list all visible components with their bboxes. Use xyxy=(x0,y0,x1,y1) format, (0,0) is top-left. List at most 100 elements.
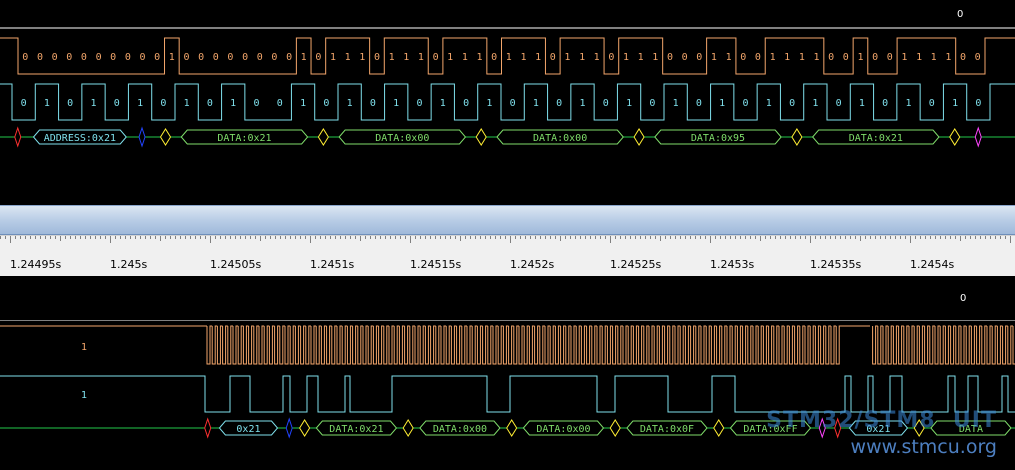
top-sda-waveform: 0000000000100000000101110111011101110111… xyxy=(0,27,1015,75)
bottom-ack-marker[interactable] xyxy=(506,419,518,437)
top-scl-bit-label: 1 xyxy=(393,98,399,109)
bottom-frame-label: DATA:0x21 xyxy=(329,424,383,435)
top-sda-bit-label: 1 xyxy=(535,52,541,63)
top-sda-bit-label: 1 xyxy=(770,52,776,63)
top-scl-bit-label: 1 xyxy=(300,98,306,109)
ruler-tick-label: 1.24535s xyxy=(810,258,862,271)
top-start-marker[interactable] xyxy=(14,126,22,148)
top-sda-bit-label: 0 xyxy=(139,52,145,63)
top-scl-channel[interactable]: 0 1 0 1 0 1 0 1 0 1 0 0 1 0 1 0 1 0 1 0 1 0 1 0 1 0 1 0 1 0 1 0 1 0 1 0 1 0 1 0… xyxy=(0,80,1015,125)
top-scl-bit-label: 1 xyxy=(673,98,679,109)
top-scl-bit-label: 0 xyxy=(929,98,935,109)
pane-splitter[interactable] xyxy=(0,205,1015,235)
top-frame-label: DATA:0x21 xyxy=(217,133,271,144)
top-sda-bit-label: 0 xyxy=(66,52,72,63)
ruler-tick-label: 1.24495s xyxy=(10,258,62,271)
top-sda-bit-label: 1 xyxy=(579,52,585,63)
top-sda-channel[interactable]: 0000000000100000000101110111011101110111… xyxy=(0,26,1015,80)
top-sda-bit-label: 1 xyxy=(711,52,717,63)
top-scl-bit-label: 0 xyxy=(603,98,609,109)
top-scl-bit-label: 0 xyxy=(253,98,259,109)
bottom-ack-marker[interactable] xyxy=(402,419,414,437)
top-frame-label: DATA:0x21 xyxy=(849,133,903,144)
top-scl-bit-label: 0 xyxy=(742,98,748,109)
ruler-tick-label: 1.2451s xyxy=(310,258,355,271)
top-sda-bit-label: 0 xyxy=(872,52,878,63)
ruler-tick-label: 1.245s xyxy=(110,258,148,271)
top-scl-bit-label: 1 xyxy=(859,98,865,109)
top-scl-bit-label: 1 xyxy=(905,98,911,109)
top-sda-bit-label: 0 xyxy=(667,52,673,63)
top-ack-marker[interactable] xyxy=(949,128,961,146)
top-sda-bit-label: 1 xyxy=(462,52,468,63)
top-sda-bit-label: 1 xyxy=(726,52,732,63)
top-sda-bit-label: 0 xyxy=(37,52,43,63)
ruler-tick-label: 1.24515s xyxy=(410,258,462,271)
top-scl-bit-label: 1 xyxy=(486,98,492,109)
top-waveform-pane[interactable]: 0 00000000001000000001011101110111011101… xyxy=(0,0,1015,205)
top-sda-bit-label: 1 xyxy=(623,52,629,63)
top-sda-bit-label: 1 xyxy=(506,52,512,63)
top-sda-bit-label: 1 xyxy=(784,52,790,63)
top-sda-bit-label: 0 xyxy=(828,52,834,63)
top-scl-bit-label: 1 xyxy=(347,98,353,109)
top-ack-marker[interactable] xyxy=(791,128,803,146)
top-sda-bit-label: 0 xyxy=(887,52,893,63)
time-ruler[interactable]: 1.24495s 1.245s 1.24505s 1.2451s 1.24515s 1.2… xyxy=(0,235,1015,276)
top-decoder-channel[interactable]: ADDRESS:0x21 DATA:0x21 DATA:0x00 DATA:0x00 D… xyxy=(0,125,1015,151)
top-sda-bit-label: 0 xyxy=(740,52,746,63)
top-sda-bit-label: 0 xyxy=(491,52,497,63)
top-scl-bit-label: 1 xyxy=(90,98,96,109)
top-ack-marker[interactable] xyxy=(475,128,487,146)
top-scl-bit-label: 0 xyxy=(370,98,376,109)
top-scl-bit-label: 1 xyxy=(626,98,632,109)
top-frame-label: DATA:0x95 xyxy=(691,133,745,144)
top-sda-bit-label: 1 xyxy=(945,52,951,63)
top-sda-bit-label: 1 xyxy=(564,52,570,63)
top-ack-marker[interactable] xyxy=(159,128,172,146)
top-scl-bit-label: 0 xyxy=(882,98,888,109)
bottom-rw-marker[interactable] xyxy=(285,417,293,439)
bottom-scl-trace xyxy=(0,375,1015,413)
top-scl-bit-label: 0 xyxy=(114,98,120,109)
top-ack-marker[interactable] xyxy=(317,128,329,146)
top-scl-bit-label: 1 xyxy=(533,98,539,109)
top-sda-bit-label: 0 xyxy=(374,52,380,63)
bottom-ack-marker[interactable] xyxy=(299,419,311,437)
top-cursor-value: 0 xyxy=(957,9,964,20)
top-ack-marker[interactable] xyxy=(633,128,645,146)
top-scl-bit-label: 0 xyxy=(510,98,516,109)
top-scl-bit-label: 1 xyxy=(719,98,725,109)
top-sda-bit-label: 1 xyxy=(799,52,805,63)
top-scl-bit-label: 1 xyxy=(440,98,446,109)
top-sda-bit-label: 0 xyxy=(110,52,116,63)
bottom-sda-waveform: 1 xyxy=(0,320,1015,365)
top-scl-bit-label: 1 xyxy=(579,98,585,109)
bottom-ack-marker[interactable] xyxy=(713,419,725,437)
top-frame-label: DATA:0x00 xyxy=(533,133,587,144)
top-sda-bit-label: 0 xyxy=(154,52,160,63)
top-sda-bit-label: 0 xyxy=(22,52,28,63)
bottom-cursor-value: 0 xyxy=(960,293,967,304)
top-scl-bit-label: 0 xyxy=(463,98,469,109)
top-sda-bit-label: 0 xyxy=(315,52,321,63)
top-scl-bit-label: 0 xyxy=(556,98,562,109)
top-sda-bit-label: 1 xyxy=(857,52,863,63)
bottom-sda-channel[interactable]: 1 xyxy=(0,320,1015,372)
top-frame-label: DATA:0x00 xyxy=(375,133,429,144)
bottom-start-marker[interactable] xyxy=(204,417,212,439)
top-scl-bit-label: 1 xyxy=(44,98,50,109)
top-sda-bit-label: 1 xyxy=(813,52,819,63)
top-nack-marker[interactable] xyxy=(974,126,982,148)
top-scl-bit-label: 1 xyxy=(952,98,958,109)
top-scl-bit-label: 0 xyxy=(789,98,795,109)
top-sda-bit-label: 1 xyxy=(330,52,336,63)
top-sda-bit-label: 1 xyxy=(901,52,907,63)
top-sda-bit-label: 0 xyxy=(125,52,131,63)
bottom-ack-marker[interactable] xyxy=(609,419,621,437)
top-scl-bit-label: 0 xyxy=(207,98,213,109)
top-sda-bit-label: 0 xyxy=(550,52,556,63)
top-sda-bit-label: 0 xyxy=(81,52,87,63)
top-rw-marker[interactable] xyxy=(138,126,146,148)
top-sda-bit-label: 0 xyxy=(96,52,102,63)
